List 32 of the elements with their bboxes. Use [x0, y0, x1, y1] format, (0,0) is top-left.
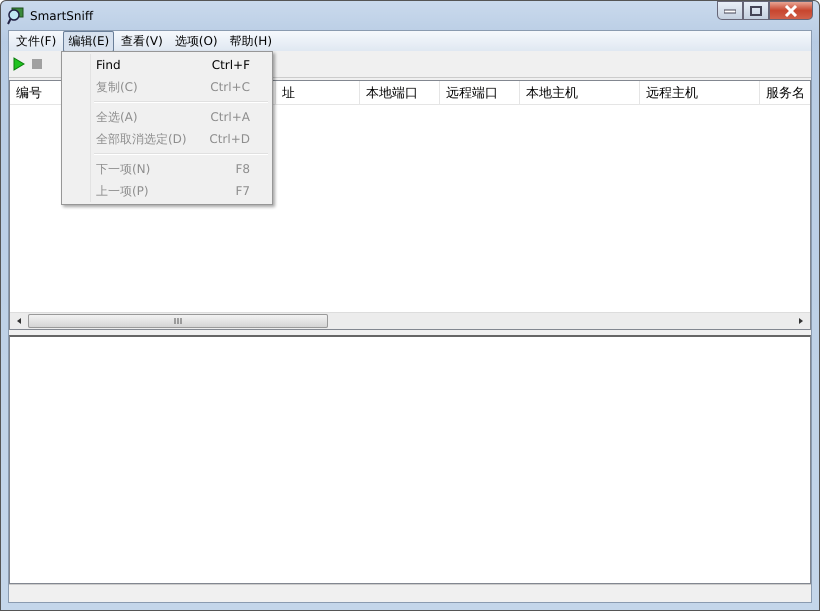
maximize-icon — [750, 6, 762, 16]
menu-item[interactable]: 文件(F) — [11, 30, 62, 52]
close-icon — [784, 4, 798, 16]
column-header[interactable]: 服务名 — [760, 81, 810, 104]
column-label: 编号 — [16, 86, 42, 101]
column-header[interactable]: 远程端口 — [440, 81, 520, 104]
column-label: 远程主机 — [646, 86, 698, 101]
menu-item[interactable]: 选项(O) — [170, 30, 223, 52]
column-label: 本地主机 — [526, 86, 578, 101]
scroll-right-icon[interactable] — [797, 317, 805, 325]
column-header[interactable]: 本地端口 — [360, 81, 440, 104]
menu-item[interactable]: 查看(V) — [116, 30, 168, 52]
column-label: 服务名 — [766, 86, 805, 101]
column-header[interactable]: 本地主机 — [520, 81, 640, 104]
close-button[interactable] — [769, 1, 813, 20]
minimize-button[interactable] — [717, 1, 743, 20]
menu-item[interactable]: 编辑(E) — [63, 30, 114, 52]
column-label: 远程端口 — [446, 86, 498, 101]
horizontal-scrollbar[interactable] — [10, 312, 810, 329]
start-button[interactable] — [13, 57, 25, 71]
window-title: SmartSniff — [30, 8, 94, 22]
column-label: 本地端口 — [366, 86, 418, 101]
menu-item[interactable]: 帮助(H) — [224, 30, 277, 52]
menu-item[interactable]: Find Ctrl+F — [64, 54, 270, 76]
column-header[interactable]: 址 — [276, 81, 360, 104]
minimize-icon — [724, 8, 736, 14]
magnifier-icon — [7, 6, 25, 24]
column-label: 址 — [282, 86, 295, 101]
scroll-left-icon[interactable] — [15, 317, 23, 325]
maximize-button[interactable] — [743, 1, 769, 20]
scroll-thumb[interactable] — [28, 314, 328, 328]
column-header[interactable]: 远程主机 — [640, 81, 760, 104]
